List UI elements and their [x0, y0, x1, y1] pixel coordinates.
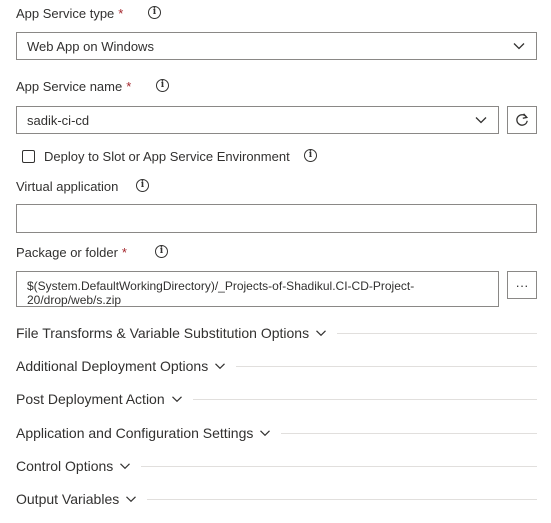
required-marker: *: [126, 78, 132, 94]
app-service-type-label-text: App Service type: [16, 5, 115, 21]
package-folder-value-line1: $(System.DefaultWorkingDirectory)/_Proje…: [27, 279, 415, 293]
deploy-slot-label-text: Deploy to Slot or App Service Environmen…: [44, 148, 290, 164]
chevron-down-icon: [316, 330, 327, 337]
package-folder-value-line2: 20/drop/web/s.zip: [27, 293, 122, 307]
refresh-button[interactable]: [507, 106, 537, 134]
refresh-icon: [516, 113, 529, 126]
more-icon: ···: [515, 277, 529, 293]
info-icon[interactable]: i: [156, 79, 169, 92]
section-divider: [141, 465, 537, 467]
virtual-application-label: Virtual application: [16, 178, 118, 194]
info-icon[interactable]: i: [304, 149, 317, 162]
info-icon[interactable]: i: [155, 245, 168, 258]
app-service-name-value: sadik-ci-cd: [27, 112, 90, 128]
section-divider: [147, 498, 537, 500]
required-marker: *: [121, 244, 127, 260]
section-title: Application and Configuration Settings: [16, 425, 254, 441]
app-service-name-label-text: App Service name: [16, 78, 123, 94]
virtual-application-input[interactable]: [16, 204, 537, 233]
section-title: Output Variables: [16, 491, 120, 507]
chevron-down-icon: [260, 430, 271, 437]
section-file-transforms[interactable]: File Transforms & Variable Substitution …: [16, 323, 537, 343]
chevron-down-icon: [120, 463, 131, 470]
virtual-application-label-text: Virtual application: [16, 178, 119, 194]
section-title: File Transforms & Variable Substitution …: [16, 325, 310, 341]
chevron-down-icon: [475, 117, 487, 124]
section-divider: [337, 332, 537, 334]
section-title: Post Deployment Action: [16, 391, 165, 407]
chevron-down-icon: [215, 363, 226, 370]
section-output-variables[interactable]: Output Variables: [16, 489, 537, 509]
virtual-application-value: [17, 200, 37, 226]
section-app-config-settings[interactable]: Application and Configuration Settings: [16, 423, 537, 443]
chevron-down-icon: [126, 496, 137, 503]
app-service-type-select[interactable]: Web App on Windows: [16, 32, 537, 60]
section-divider: [281, 432, 537, 434]
section-divider: [236, 365, 537, 367]
section-control-options[interactable]: Control Options: [16, 456, 537, 476]
section-post-deployment[interactable]: Post Deployment Action: [16, 389, 537, 409]
package-folder-value: $(System.DefaultWorkingDirectory)/_Proje…: [17, 272, 498, 313]
app-service-name-label: App Service name *: [16, 78, 131, 94]
section-title: Additional Deployment Options: [16, 358, 209, 374]
section-divider: [192, 398, 537, 400]
chevron-down-icon: [171, 396, 182, 403]
app-service-type-value: Web App on Windows: [27, 38, 154, 54]
info-icon[interactable]: i: [136, 179, 149, 192]
deploy-slot-label[interactable]: Deploy to Slot or App Service Environmen…: [44, 148, 290, 164]
app-service-name-select[interactable]: sadik-ci-cd: [16, 106, 499, 134]
deploy-slot-checkbox[interactable]: [22, 150, 35, 163]
info-icon[interactable]: i: [148, 6, 161, 19]
browse-button[interactable]: ···: [507, 271, 537, 299]
required-marker: *: [118, 5, 124, 21]
app-service-type-label: App Service type *: [16, 5, 123, 21]
package-folder-label-text: Package or folder: [16, 244, 118, 260]
chevron-down-icon: [513, 43, 525, 50]
package-folder-label: Package or folder *: [16, 244, 127, 260]
section-additional-deployment[interactable]: Additional Deployment Options: [16, 356, 537, 376]
package-folder-input[interactable]: $(System.DefaultWorkingDirectory)/_Proje…: [16, 271, 499, 307]
section-title: Control Options: [16, 458, 114, 474]
